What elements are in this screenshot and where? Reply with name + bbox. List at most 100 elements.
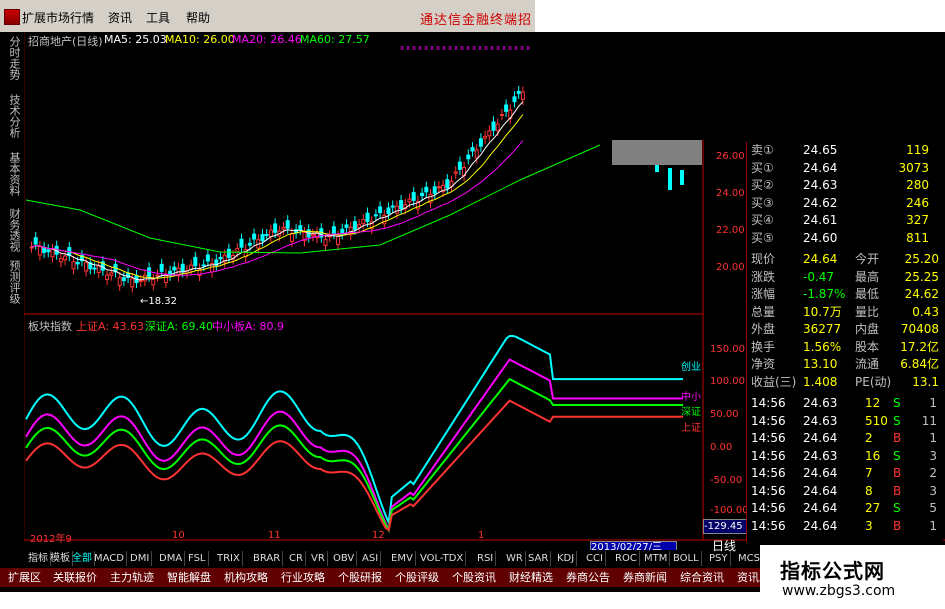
index-smb-label: 中小板A: 80.9: [212, 320, 285, 333]
bottom-tab[interactable]: 个股资讯: [452, 570, 496, 585]
quote-row: 14:56 24.64 8 B 3: [747, 483, 943, 500]
bottom-tab[interactable]: 个股研报: [338, 570, 382, 585]
signal-mark: x: [508, 44, 512, 52]
indicator-button[interactable]: ASI: [360, 551, 382, 566]
bottom-tab[interactable]: 券商新闻: [623, 570, 667, 585]
indicator-toolbar: 指标 模板 全部 MACD DMI DMA FSL TRIX BRAR CR VR OBV ASI EMV…: [24, 550, 770, 567]
watermark-title: 指标公式网: [780, 559, 885, 583]
candle-body: [260, 233, 265, 242]
ma10-line: [31, 114, 524, 279]
candle-body: [63, 255, 68, 261]
indicator-button[interactable]: RSI: [475, 551, 497, 566]
candle-body: [75, 261, 80, 265]
book-price: 24.60: [803, 230, 838, 245]
indicator-button[interactable]: MACD: [92, 551, 127, 566]
book-volume: 280: [906, 178, 929, 192]
quote-row: 总量 10.7万 量比 0.43: [747, 304, 943, 321]
indicator-button[interactable]: TRIX: [215, 551, 243, 566]
stat-label: 收益(三): [751, 374, 797, 389]
bottom-tab[interactable]: 财经精选: [509, 570, 553, 585]
tick-count: 1: [929, 431, 937, 445]
bottom-tab[interactable]: 关联报价: [53, 570, 97, 585]
quote-row: 换手 1.56% 股本 17.2亿: [747, 339, 943, 356]
tick-price: 24.63: [803, 448, 838, 463]
stat-label: 最高: [855, 269, 880, 284]
candle-body: [420, 192, 425, 197]
stat-label: 内盘: [855, 322, 880, 336]
index-ylabel: 150.00: [710, 344, 745, 355]
candle-body: [92, 267, 97, 270]
signal-mark: x: [454, 44, 458, 52]
kline-ylabel: 22.00: [716, 225, 745, 236]
stat-value: 1.56%: [803, 339, 842, 354]
indicator-button[interactable]: VOL-TDX: [418, 551, 467, 566]
bottom-tab[interactable]: 智能解盘: [167, 570, 211, 585]
candle-body: [193, 256, 198, 267]
indicator-button[interactable]: CR: [287, 551, 306, 566]
tick-price: 24.64: [803, 431, 838, 445]
bottom-tab[interactable]: 扩展区: [8, 570, 41, 585]
candle-body: [361, 219, 366, 225]
tick-volume: 510: [865, 413, 888, 428]
watermark: 指标公式网 www.zbgs3.com: [760, 545, 945, 609]
indicator-button[interactable]: EMV: [389, 551, 416, 566]
indicator-button[interactable]: MTM: [642, 551, 671, 566]
book-price: 24.65: [803, 143, 838, 157]
period-label[interactable]: 日线: [712, 537, 736, 554]
bottom-tab[interactable]: 综合资讯: [680, 570, 724, 585]
candle-body: [42, 247, 47, 253]
signal-mark: x: [520, 44, 524, 52]
indicator-button[interactable]: KDJ: [555, 551, 578, 566]
index-ylabel: 0.00: [710, 442, 733, 453]
candle-body: [411, 192, 416, 201]
kline-ylabel: 24.00: [716, 188, 745, 199]
indicator-button[interactable]: DMI: [128, 551, 153, 566]
bottom-tab[interactable]: 券商公告: [566, 570, 610, 585]
candle-body: [474, 149, 479, 159]
bottom-tab[interactable]: 机构攻略: [224, 570, 268, 585]
signal-mark: x: [466, 44, 470, 52]
candle-body: [285, 220, 290, 229]
candle-body: [205, 254, 210, 262]
tick-count: 2: [929, 466, 937, 480]
index-title: 板块指数: [28, 320, 72, 333]
indicator-button[interactable]: WR: [504, 551, 526, 566]
quote-row: 涨跌 -0.47 最高 25.25: [747, 269, 943, 286]
candle-body: [470, 147, 475, 152]
candle-body: [58, 258, 63, 263]
candle-body: [331, 226, 336, 234]
indicator-button[interactable]: SAR: [526, 551, 552, 566]
candle-body: [520, 91, 525, 100]
book-volume: 327: [906, 213, 929, 227]
signal-mark: x: [424, 44, 428, 52]
candle-body: [138, 280, 143, 283]
signal-mark: x: [442, 44, 446, 52]
quote-row: 涨幅 -1.87% 最低 24.62: [747, 286, 943, 303]
indicator-button[interactable]: VR: [309, 551, 328, 566]
candle-body: [37, 246, 42, 256]
candle-body: [226, 248, 231, 258]
indicator-button[interactable]: OBV: [331, 551, 358, 566]
signal-mark: x: [490, 44, 494, 52]
bottom-tab[interactable]: 个股评级: [395, 570, 439, 585]
stat-value: 1.408: [803, 374, 838, 389]
book-price: 24.62: [803, 195, 838, 210]
signal-mark: x: [484, 44, 488, 52]
candle-body: [142, 274, 147, 282]
bottom-tab[interactable]: 主力轨迹: [110, 570, 154, 585]
quote-row: 买① 24.64 3073: [747, 160, 943, 177]
quote-row: 买④ 24.61 327: [747, 212, 943, 229]
indicator-button[interactable]: DMA: [157, 551, 186, 566]
tick-volume: 8: [865, 483, 873, 498]
indicator-button[interactable]: BOLL: [671, 551, 702, 566]
bottom-tab[interactable]: 行业攻略: [281, 570, 325, 585]
indicator-button[interactable]: FSL: [186, 551, 209, 566]
indicator-button[interactable]: CCI: [584, 551, 606, 566]
book-volume: 3073: [898, 160, 929, 175]
tick-price: 24.63: [803, 396, 838, 410]
stat-label: 量比: [855, 304, 880, 319]
signal-mark: x: [460, 44, 464, 52]
overlay-grey-box: [612, 140, 702, 165]
indicator-button[interactable]: BRAR: [251, 551, 284, 566]
indicator-button[interactable]: ROC: [613, 551, 640, 566]
